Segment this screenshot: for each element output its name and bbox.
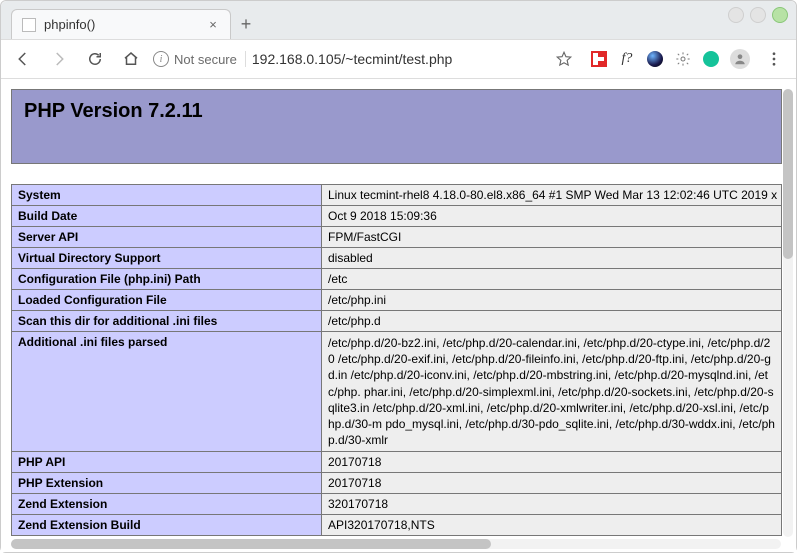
user-icon xyxy=(733,52,747,66)
horizontal-scrollbar[interactable] xyxy=(11,539,781,549)
table-row: Additional .ini files parsed/etc/php.d/2… xyxy=(12,332,782,452)
close-tab-icon[interactable]: × xyxy=(206,18,220,32)
phpinfo-value: /etc/php.d xyxy=(322,311,782,332)
back-button[interactable] xyxy=(9,45,37,73)
phpinfo-key: Configuration File (php.ini) Path xyxy=(12,269,322,290)
arrow-right-icon xyxy=(50,50,68,68)
table-row: Build DateOct 9 2018 15:09:36 xyxy=(12,206,782,227)
horizontal-scroll-thumb[interactable] xyxy=(11,539,491,549)
reload-button[interactable] xyxy=(81,45,109,73)
phpinfo-value: /etc/php.ini xyxy=(322,290,782,311)
phpinfo-value: 320170718 xyxy=(322,494,782,515)
home-icon xyxy=(122,50,140,68)
extension-orb-icon[interactable] xyxy=(646,50,664,68)
tab-phpinfo[interactable]: phpinfo() × xyxy=(11,9,231,39)
php-version-title: PHP Version 7.2.11 xyxy=(24,100,203,123)
table-row: SystemLinux tecmint-rhel8 4.18.0-80.el8.… xyxy=(12,185,782,206)
phpinfo-key: System xyxy=(12,185,322,206)
window-close-button[interactable] xyxy=(772,7,788,23)
table-row: Zend Extension320170718 xyxy=(12,494,782,515)
table-row: Loaded Configuration File/etc/php.ini xyxy=(12,290,782,311)
forward-button xyxy=(45,45,73,73)
menu-button[interactable] xyxy=(760,45,788,73)
vertical-scroll-thumb[interactable] xyxy=(783,89,793,259)
phpinfo-key: Zend Extension Build xyxy=(12,515,322,536)
phpinfo-value: Oct 9 2018 15:09:36 xyxy=(322,206,782,227)
vertical-scrollbar[interactable] xyxy=(783,89,793,537)
page-viewport: PHP Version 7.2.11 SystemLinux tecmint-r… xyxy=(1,79,796,552)
window-controls xyxy=(728,7,788,23)
phpinfo-key: Scan this dir for additional .ini files xyxy=(12,311,322,332)
phpinfo-value: API320170718,NTS xyxy=(322,515,782,536)
phpinfo-key: Additional .ini files parsed xyxy=(12,332,322,452)
gear-icon xyxy=(675,51,691,67)
phpinfo-value: 20170718 xyxy=(322,473,782,494)
profile-button[interactable] xyxy=(730,49,750,69)
php-version-banner: PHP Version 7.2.11 xyxy=(11,89,782,164)
table-row: PHP API20170718 xyxy=(12,452,782,473)
extension-gear-icon[interactable] xyxy=(674,50,692,68)
reload-icon xyxy=(86,50,104,68)
extensions-area: f? xyxy=(586,45,788,73)
extension-f-icon[interactable]: f? xyxy=(618,50,636,68)
address-bar[interactable]: i Not secure 192.168.0.105/~tecmint/test… xyxy=(153,45,578,73)
phpinfo-table: SystemLinux tecmint-rhel8 4.18.0-80.el8.… xyxy=(11,184,782,536)
phpinfo-value: FPM/FastCGI xyxy=(322,227,782,248)
not-secure-label: Not secure xyxy=(174,52,237,67)
tab-strip: phpinfo() × + xyxy=(1,1,796,39)
table-row: Server APIFPM/FastCGI xyxy=(12,227,782,248)
new-tab-button[interactable]: + xyxy=(231,9,261,39)
table-row: Configuration File (php.ini) Path/etc xyxy=(12,269,782,290)
toolbar: i Not secure 192.168.0.105/~tecmint/test… xyxy=(1,39,796,79)
bookmark-button[interactable] xyxy=(550,45,578,73)
phpinfo-key: PHP API xyxy=(12,452,322,473)
table-row: Virtual Directory Supportdisabled xyxy=(12,248,782,269)
url-text: 192.168.0.105/~tecmint/test.php xyxy=(252,51,544,67)
phpinfo-value: 20170718 xyxy=(322,452,782,473)
kebab-menu-icon xyxy=(765,50,783,68)
home-button[interactable] xyxy=(117,45,145,73)
table-row: PHP Extension20170718 xyxy=(12,473,782,494)
security-indicator[interactable]: i Not secure xyxy=(153,51,246,67)
window-minimize-button[interactable] xyxy=(728,7,744,23)
phpinfo-key: Server API xyxy=(12,227,322,248)
tab-title: phpinfo() xyxy=(44,17,198,32)
flipboard-extension-icon[interactable] xyxy=(590,50,608,68)
table-row: Zend Extension BuildAPI320170718,NTS xyxy=(12,515,782,536)
info-icon: i xyxy=(153,51,169,67)
phpinfo-value: /etc/php.d/20-bz2.ini, /etc/php.d/20-cal… xyxy=(322,332,782,452)
page-content: PHP Version 7.2.11 SystemLinux tecmint-r… xyxy=(11,89,782,538)
browser-window: phpinfo() × + i Not secure 192.168.0.1 xyxy=(0,0,797,553)
arrow-left-icon xyxy=(14,50,32,68)
star-icon xyxy=(555,50,573,68)
table-row: Scan this dir for additional .ini files/… xyxy=(12,311,782,332)
phpinfo-key: Zend Extension xyxy=(12,494,322,515)
window-maximize-button[interactable] xyxy=(750,7,766,23)
phpinfo-key: Virtual Directory Support xyxy=(12,248,322,269)
phpinfo-value: Linux tecmint-rhel8 4.18.0-80.el8.x86_64… xyxy=(322,185,782,206)
grammarly-extension-icon[interactable] xyxy=(702,50,720,68)
favicon xyxy=(22,18,36,32)
phpinfo-value: disabled xyxy=(322,248,782,269)
phpinfo-key: PHP Extension xyxy=(12,473,322,494)
phpinfo-key: Build Date xyxy=(12,206,322,227)
phpinfo-key: Loaded Configuration File xyxy=(12,290,322,311)
phpinfo-value: /etc xyxy=(322,269,782,290)
